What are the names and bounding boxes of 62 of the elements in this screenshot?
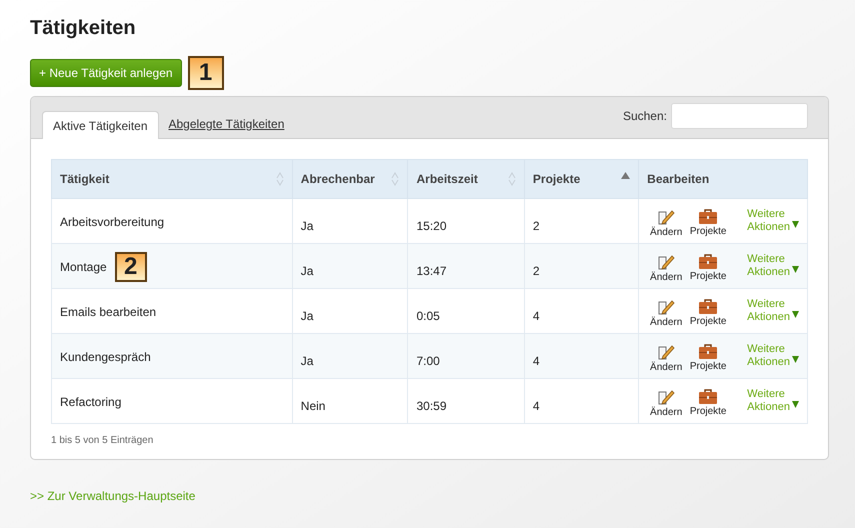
table-cell: 4 [532, 354, 540, 368]
edit-icon [657, 208, 676, 224]
tab[interactable]: Aktive Tätigkeiten [42, 111, 158, 139]
edit-action[interactable]: Ändern [647, 388, 686, 420]
table-cell: Ja [300, 309, 314, 323]
edit-icon [657, 388, 676, 404]
briefcase-icon [699, 299, 718, 314]
projects-action[interactable]: Projekte [687, 344, 730, 374]
table-cell: 4 [532, 399, 540, 413]
column-header[interactable]: Abrechenbar [292, 160, 408, 198]
entries-info: 1 bis 5 von 5 Einträgen [51, 434, 154, 448]
page-title: Tätigkeiten [30, 16, 137, 40]
table-cell: Nein [300, 399, 326, 413]
callout-number: 1 [188, 56, 224, 90]
projects-action[interactable]: Projekte [687, 254, 730, 284]
table-cell-text: Arbeitsvorbereitung [60, 214, 164, 231]
sort-icon [391, 172, 400, 186]
table-cell-text: Montage [60, 259, 107, 276]
edit-action[interactable]: Ändern [647, 298, 686, 330]
search-field[interactable] [671, 102, 808, 128]
briefcase-icon [699, 209, 718, 224]
briefcase-icon [699, 389, 718, 404]
edit-icon [657, 344, 676, 360]
table-cell: 15:20 [416, 219, 447, 233]
dropdown-icon [792, 356, 799, 362]
dropdown-icon [792, 220, 799, 228]
projects-action[interactable]: Projekte [687, 389, 730, 419]
column-header[interactable]: Arbeitszeit [408, 160, 524, 198]
table-cell: Ja [300, 219, 314, 233]
dropdown-icon [792, 266, 799, 272]
edit-action[interactable]: Ändern [647, 254, 686, 284]
edit-icon [657, 254, 676, 270]
briefcase-icon [699, 344, 718, 359]
dropdown-icon [792, 400, 799, 408]
callout-number: 2 [114, 252, 147, 282]
table-cell: 2 [532, 264, 540, 278]
table-cell: Ja [300, 354, 314, 368]
projects-action[interactable]: Projekte [687, 209, 730, 239]
briefcase-icon [699, 254, 718, 269]
table-cell: 7:00 [416, 354, 440, 368]
search-label: Suchen: [622, 108, 667, 124]
tab[interactable]: Abgelegte Tätigkeiten [158, 110, 294, 138]
column-header: Bearbeiten [638, 160, 808, 198]
edit-action[interactable]: Ändern [647, 208, 686, 240]
table-cell: 0:05 [416, 309, 440, 323]
edit-action[interactable]: Ändern [647, 344, 686, 374]
table-cell-text: Emails bearbeiten [60, 304, 156, 321]
dropdown-icon [792, 310, 799, 318]
edit-icon [657, 298, 676, 314]
column-header[interactable]: Projekte [524, 160, 639, 198]
table-cell: Ja [300, 264, 314, 278]
sort-icon [508, 172, 516, 186]
table-cell-text: Refactoring [60, 394, 122, 411]
sort-icon [276, 172, 284, 186]
table-cell-text: Kundengespräch [60, 349, 151, 366]
sort-ascending-icon [621, 172, 630, 179]
table-cell: 4 [532, 309, 540, 323]
table-cell: 2 [532, 219, 540, 233]
column-header[interactable]: Tätigkeit [52, 160, 292, 198]
table-cell: 30:59 [416, 399, 447, 413]
table-cell: 13:47 [416, 264, 447, 278]
projects-action[interactable]: Projekte [687, 299, 730, 329]
